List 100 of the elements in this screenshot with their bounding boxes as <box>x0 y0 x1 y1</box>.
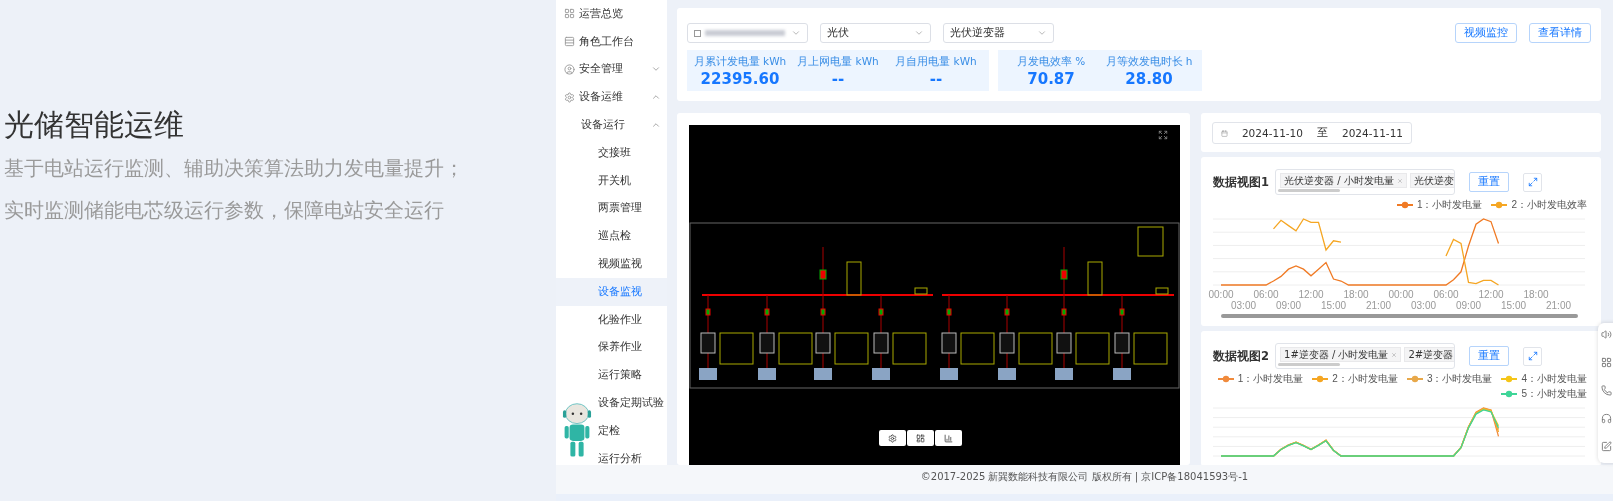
series-tag[interactable]: 2#逆变器 <box>1404 347 1454 362</box>
stat-label: 月累计发电量 kWh <box>693 55 787 69</box>
date-range-field[interactable]: 2024-11-10 至 2024-11-11 <box>1212 122 1412 144</box>
phone-icon[interactable] <box>1601 385 1612 396</box>
menu-item-icon <box>564 64 575 75</box>
axis-tick-label: 15:00 <box>1320 300 1347 311</box>
action-button[interactable]: 查看详情 <box>1529 23 1591 43</box>
stat-value: -- <box>831 70 845 88</box>
chart-icon <box>944 433 953 443</box>
stat-value: 28.80 <box>1125 70 1173 88</box>
sidebar-item[interactable]: 化验作业 <box>556 305 667 334</box>
fullscreen-icon[interactable] <box>1158 130 1168 140</box>
axis-tick-label: 21:00 <box>1365 300 1392 311</box>
axis-tick-label: 00:00 <box>1387 289 1415 300</box>
filter-select[interactable]: 光伏逆变器 <box>943 23 1054 43</box>
legend-item[interactable]: 1：小时发电量 <box>1395 198 1483 212</box>
hero-title: 光储智能运维 <box>4 106 185 144</box>
fullscreen-button[interactable] <box>1523 346 1542 366</box>
axis-tick-label: 12:00 <box>1297 289 1325 300</box>
sidebar-item[interactable]: 开关机 <box>556 166 667 195</box>
series-tag[interactable]: 光伏逆变 <box>1409 173 1454 188</box>
hero-description: 实时监测储能电芯级运行参数，保障电站安全运行 <box>4 198 445 224</box>
stat-label: 月自用电量 kWh <box>895 55 977 69</box>
calendar-icon <box>1221 128 1228 138</box>
edit-icon[interactable] <box>1601 441 1612 452</box>
series-tag[interactable]: 光伏逆变器 / 小时发电量 <box>1280 173 1407 188</box>
date-separator: 至 <box>1316 126 1328 140</box>
sidebar-item[interactable]: 交接班 <box>556 139 667 167</box>
scrollbar[interactable] <box>1221 314 1578 318</box>
sidebar-item[interactable]: 角色工作台 <box>556 27 667 56</box>
axis-tick-label: 21:00 <box>1545 300 1572 311</box>
stat-value: -- <box>929 70 943 88</box>
stat-value: 70.87 <box>1027 70 1075 88</box>
chevron-down-icon <box>914 28 924 38</box>
series-select[interactable]: 1#逆变器 / 小时发电量 2#逆变器 <box>1275 343 1455 369</box>
legend-item[interactable]: 2：小时发电效率 <box>1490 198 1587 212</box>
legend-item[interactable]: 4：小时发电量 <box>1500 372 1587 386</box>
speaker-icon[interactable] <box>1601 329 1612 340</box>
legend-item[interactable]: 3：小时发电量 <box>1405 372 1493 386</box>
axis-tick-label: 18:00 <box>1342 289 1370 300</box>
sidebar-item[interactable]: 设备定期试验 <box>556 389 667 417</box>
axis-tick-label: 06:00 <box>1432 289 1460 300</box>
close-icon[interactable] <box>1391 351 1398 358</box>
chart-button[interactable] <box>935 430 962 446</box>
sidebar-item[interactable]: 两票管理 <box>556 194 667 223</box>
axis-tick-label: 03:00 <box>1230 300 1257 311</box>
settings-icon <box>888 433 897 443</box>
headset-icon[interactable] <box>1601 413 1612 424</box>
footer-copyright: ©2017-2025 新巽数能科技有限公司 版权所有 | 京ICP备18041593号-1 <box>920 469 1249 484</box>
stat-label: 月等效发电时长 h <box>1105 55 1193 69</box>
legend-item[interactable]: 1：小时发电量 <box>1216 372 1304 386</box>
menu-item-icon <box>564 36 575 48</box>
sidebar-item[interactable]: 设备运行 <box>556 111 667 139</box>
stat-label: 月上网电量 kWh <box>797 55 879 69</box>
fullscreen-icon <box>1527 177 1538 187</box>
fullscreen-button[interactable] <box>1523 172 1542 192</box>
station-select[interactable] <box>687 23 808 43</box>
sidebar-item[interactable]: 安全管理 <box>556 55 667 84</box>
action-button[interactable]: 视频监控 <box>1455 23 1517 43</box>
chart-title: 数据视图1 <box>1213 174 1269 190</box>
sidebar-item[interactable]: 运行策略 <box>556 361 667 390</box>
sidebar-item[interactable]: 保养作业 <box>556 333 667 362</box>
axis-tick-label: 06:00 <box>1252 289 1280 300</box>
axis-tick-label: 03:00 <box>1410 300 1437 311</box>
sidebar-item[interactable]: 视频监视 <box>556 250 667 278</box>
sidebar-item[interactable]: 定检 <box>556 416 667 445</box>
close-icon[interactable] <box>1396 177 1403 184</box>
start-date: 2024-11-10 <box>1241 127 1303 139</box>
legend-item[interactable]: 2：小时发电量 <box>1311 372 1398 386</box>
hero-description: 基于电站运行监测、辅助决策算法助力发电量提升； <box>4 156 465 182</box>
stat-value: 22395.60 <box>700 70 780 88</box>
series-select[interactable]: 光伏逆变器 / 小时发电量 光伏逆变 <box>1275 169 1455 195</box>
sidebar-item[interactable]: 巡点检 <box>556 222 667 251</box>
sidebar-item[interactable]: 设备运维 <box>556 83 667 112</box>
legend-item[interactable]: 5：小时发电量 <box>1500 387 1587 401</box>
sidebar-item[interactable]: 运行分析 <box>556 444 667 465</box>
end-date: 2024-11-11 <box>1341 127 1403 139</box>
fullscreen-icon <box>1527 351 1538 361</box>
filter-select[interactable]: 光伏 <box>820 23 931 43</box>
axis-tick-label: 12:00 <box>1477 289 1505 300</box>
sidebar-item[interactable]: 设备监视 <box>556 277 667 306</box>
axis-tick-label: 09:00 <box>1455 300 1482 311</box>
axis-tick-label: 09:00 <box>1275 300 1302 311</box>
reset-button[interactable]: 重置 <box>1469 346 1509 366</box>
settings-button[interactable] <box>879 430 906 446</box>
reset-button[interactable]: 重置 <box>1469 172 1509 192</box>
axis-tick-label: 18:00 <box>1522 289 1550 300</box>
menu-item-icon <box>564 91 575 103</box>
chevron-down-icon <box>791 28 801 38</box>
grid-icon[interactable] <box>1601 357 1612 368</box>
axis-tick-label: 00:00 <box>1207 289 1235 300</box>
grid-icon <box>916 433 925 443</box>
chart-title: 数据视图2 <box>1213 348 1269 364</box>
axis-tick-label: 15:00 <box>1500 300 1527 311</box>
series-tag[interactable]: 1#逆变器 / 小时发电量 <box>1280 347 1402 362</box>
grid-button[interactable] <box>907 430 934 446</box>
chevron-down-icon <box>1037 28 1047 38</box>
stat-label: 月发电效率 % <box>1016 55 1086 69</box>
sidebar-item[interactable]: 运营总览 <box>556 0 667 28</box>
menu-item-icon <box>564 8 575 20</box>
